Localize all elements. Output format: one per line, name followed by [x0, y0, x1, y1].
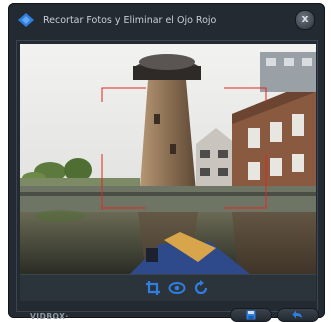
back-icon: [292, 310, 302, 319]
crop-dialog-window: Recortar Fotos y Eliminar el Ojo Rojo x: [8, 3, 325, 322]
back-button[interactable]: [277, 308, 319, 322]
title-bar[interactable]: Recortar Fotos y Eliminar el Ojo Rojo x: [8, 3, 325, 35]
rotate-icon[interactable]: [192, 279, 210, 297]
save-button[interactable]: [230, 308, 272, 322]
close-button[interactable]: x: [295, 10, 315, 30]
close-icon: x: [301, 12, 309, 25]
vidbox-brand: VIDBOX·: [30, 312, 69, 321]
eye-icon[interactable]: [168, 279, 186, 297]
crop-icon[interactable]: [144, 279, 162, 297]
edit-toolbar: [20, 274, 316, 301]
save-icon: [246, 310, 256, 320]
vidbox-logo-icon: [18, 13, 34, 27]
photo-canvas: [20, 44, 316, 274]
dialog-footer: VIDBOX·: [8, 302, 325, 322]
window-title: Recortar Fotos y Eliminar el Ojo Rojo: [43, 15, 217, 26]
photo-preview[interactable]: [20, 44, 316, 274]
